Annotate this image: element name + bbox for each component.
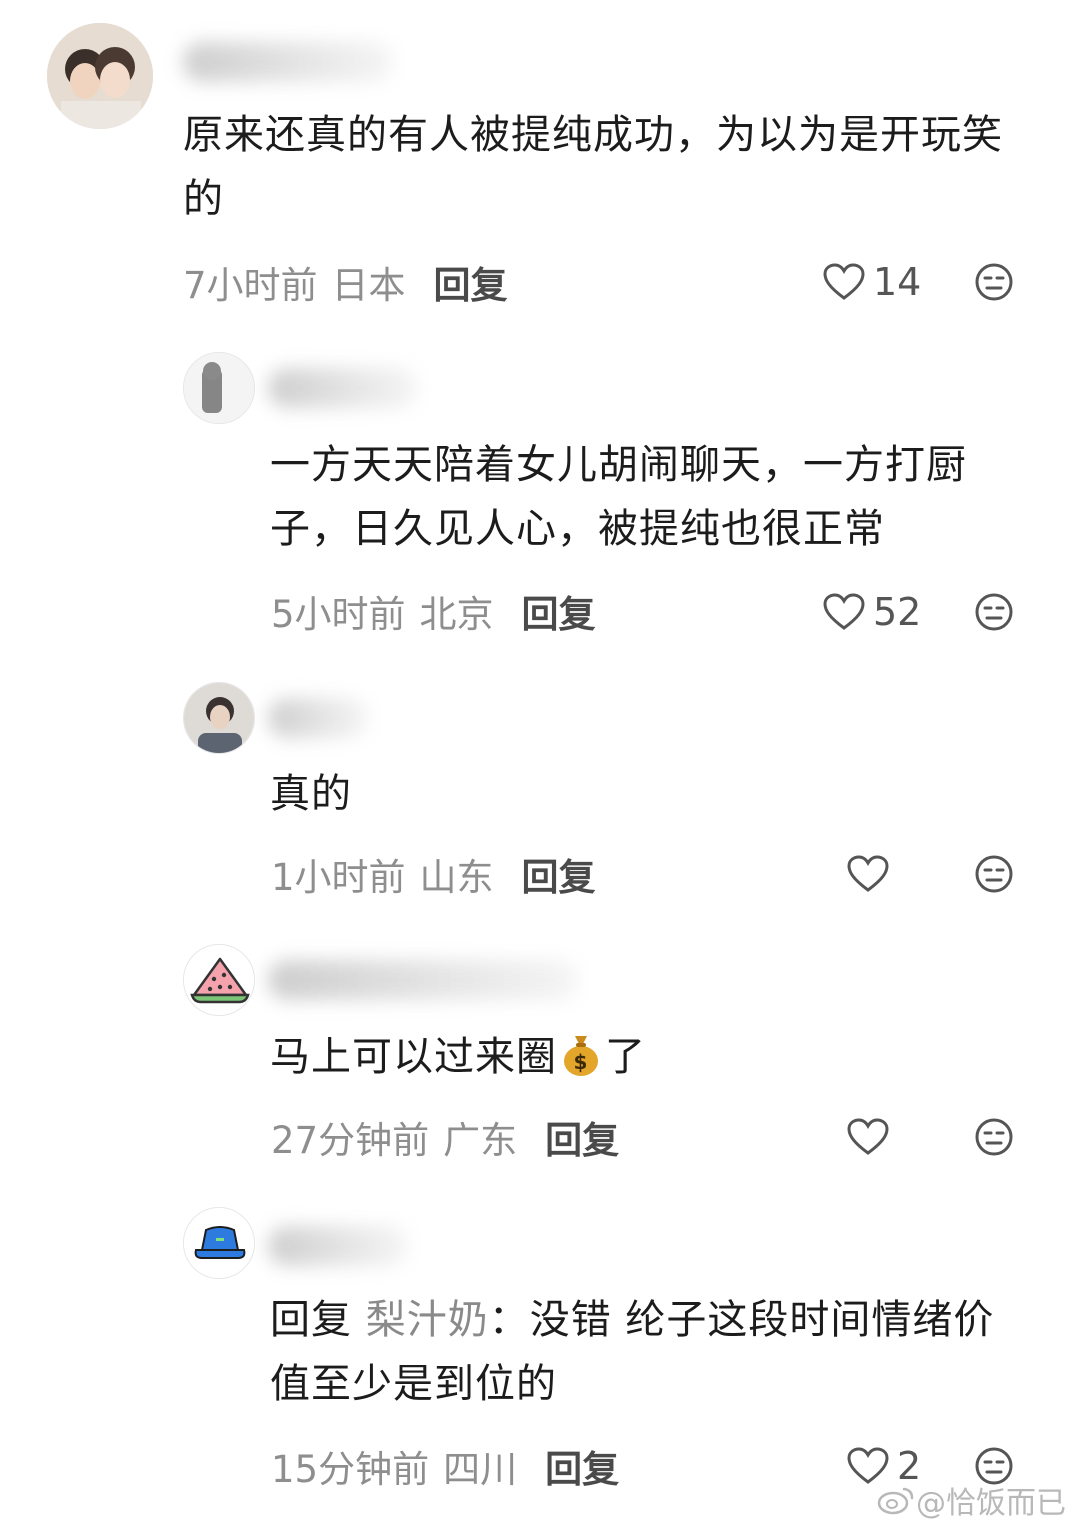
user-avatar[interactable] (183, 352, 255, 424)
username-blurred (268, 698, 368, 738)
comment-location: 广东 (443, 1119, 518, 1162)
comment-meta: 7小时前 日本 回复 (183, 257, 508, 307)
comment-time: 5小时前 (271, 593, 406, 636)
reply-button[interactable]: 回复 (545, 1110, 619, 1164)
avatar-photo-icon (47, 23, 153, 129)
watermark: @恰饭而已 (876, 1478, 1066, 1522)
reply-to-username[interactable]: 梨汁奶 (366, 1297, 489, 1343)
comment-meta: 15分钟前 四川 回复 (271, 1441, 619, 1491)
reply-button[interactable]: 回复 (522, 584, 596, 638)
heart-icon (823, 263, 865, 300)
comment-meta: 27分钟前 广东 回复 (271, 1112, 619, 1162)
username-blurred (268, 960, 578, 1000)
comment-time: 1小时前 (271, 856, 406, 899)
reply-prefix: 回复 (270, 1297, 352, 1343)
comment-meta: 1小时前 山东 回复 (271, 849, 596, 899)
user-avatar[interactable] (47, 23, 153, 129)
reply-button[interactable]: 回复 (545, 1439, 619, 1493)
comment-text: 原来还真的有人被提纯成功，为以为是开玩笑的 (183, 112, 1003, 222)
heart-icon (823, 593, 865, 630)
watermark-text: @恰饭而已 (916, 1486, 1066, 1521)
like-count: 52 (873, 590, 922, 634)
avatar-photo-icon (184, 353, 254, 423)
comment-text: 回复 梨汁奶：没错 纶子这段时间情绪价值至少是到位的 (270, 1288, 1030, 1416)
user-avatar[interactable] (183, 944, 255, 1016)
like-button[interactable] (847, 849, 897, 899)
money-bag-icon: $ (564, 1036, 598, 1076)
dislike-face-icon[interactable] (974, 854, 1014, 894)
weibo-logo-icon (877, 1487, 914, 1515)
like-button[interactable]: 14 (823, 257, 921, 307)
dislike-face-icon[interactable] (974, 262, 1014, 302)
avatar-photo-icon (184, 683, 254, 753)
comment-text-start: 马上可以过来圈 (270, 1034, 557, 1080)
username-blurred (268, 1226, 408, 1266)
comment-location: 四川 (443, 1448, 518, 1491)
bucket-hat-avatar-icon (184, 1208, 254, 1278)
comment-text: 马上可以过来圈 $ 了 (270, 1025, 1030, 1089)
comment-time: 7小时前 (183, 264, 318, 307)
watermelon-avatar-icon (184, 945, 254, 1015)
like-button[interactable] (847, 1112, 897, 1162)
comment-time: 15分钟前 (271, 1448, 430, 1491)
dislike-face-icon[interactable] (974, 592, 1014, 632)
comment-location: 日本 (331, 264, 406, 307)
reply-button[interactable]: 回复 (434, 255, 508, 309)
username-blurred (183, 42, 393, 82)
svg-text:$: $ (574, 1050, 589, 1074)
like-count: 14 (873, 260, 922, 304)
comment-text-end: 了 (605, 1034, 646, 1080)
user-avatar[interactable] (183, 1207, 255, 1279)
comment-text: 一方天天陪着女儿胡闹聊天，一方打厨子，日久见人心，被提纯也很正常 (270, 442, 967, 552)
comment-text: 真的 (270, 771, 352, 817)
dislike-face-icon[interactable] (974, 1117, 1014, 1157)
heart-icon (847, 1118, 889, 1155)
comment-meta: 5小时前 北京 回复 (271, 586, 596, 636)
heart-icon (847, 855, 889, 892)
username-blurred (268, 368, 418, 408)
reply-button[interactable]: 回复 (522, 847, 596, 901)
comment-location: 北京 (419, 593, 494, 636)
like-button[interactable]: 52 (823, 587, 921, 637)
comment-time: 27分钟前 (271, 1119, 430, 1162)
comment-location: 山东 (419, 856, 494, 899)
user-avatar[interactable] (183, 682, 255, 754)
